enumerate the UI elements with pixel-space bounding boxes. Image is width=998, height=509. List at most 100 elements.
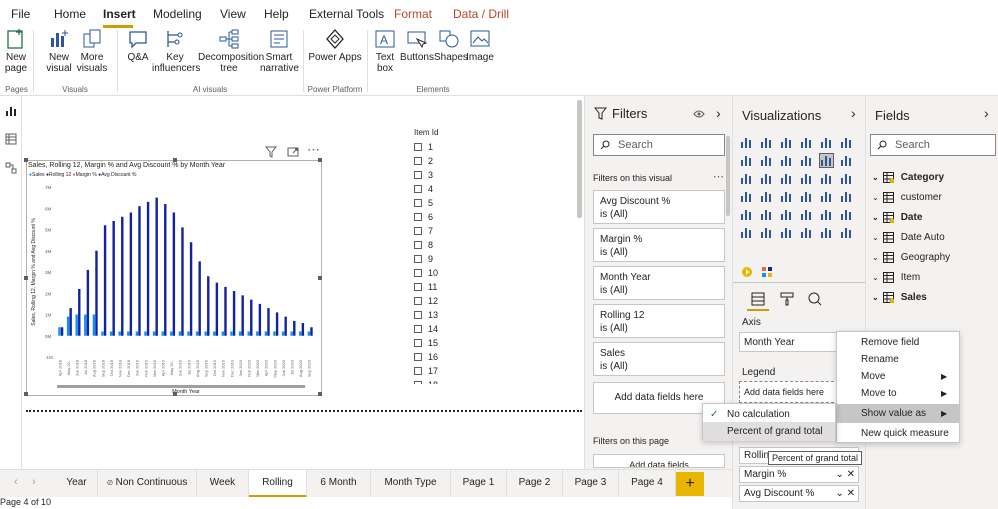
paginated-icon[interactable] xyxy=(820,226,833,239)
chevron-down-icon[interactable]: ⌄ ✕ xyxy=(835,469,855,480)
tab-non-continuous[interactable]: ⊘ Non Continuous xyxy=(98,470,197,498)
checkbox[interactable] xyxy=(414,227,422,235)
slicer-item[interactable]: 2 xyxy=(414,154,474,168)
slicer-item[interactable]: 16 xyxy=(414,350,474,364)
menu-percent-of-grand-total[interactable]: Percent of grand total xyxy=(703,422,835,441)
checkbox[interactable] xyxy=(414,367,422,375)
filters-search-input[interactable]: Search xyxy=(593,134,725,156)
chevron-down-icon[interactable]: ⌄ xyxy=(872,253,879,262)
filled-map-icon[interactable] xyxy=(760,190,773,203)
buttons-button[interactable]: Buttons xyxy=(400,28,434,63)
new-page-button[interactable]: New page xyxy=(2,28,30,74)
axis-field-month-year[interactable]: Month Year xyxy=(739,332,839,352)
values-field-avg-discount[interactable]: Avg Discount % ⌄ ✕ xyxy=(739,485,859,502)
custom-visual-icon[interactable] xyxy=(761,266,773,278)
menu-modeling[interactable]: Modeling xyxy=(153,7,202,21)
filter-card-sales[interactable]: Sales is (All) xyxy=(593,342,725,376)
checkbox[interactable] xyxy=(414,157,422,165)
tab-6-month[interactable]: 6 Month xyxy=(307,470,371,498)
slicer-item[interactable]: 4 xyxy=(414,182,474,196)
resize-handle[interactable] xyxy=(24,276,28,280)
checkbox[interactable] xyxy=(414,297,422,305)
key-influencers-icon[interactable] xyxy=(740,226,753,239)
tab-page-3[interactable]: Page 3 xyxy=(563,470,619,498)
shape-map-icon[interactable] xyxy=(780,190,793,203)
data-view-icon[interactable] xyxy=(5,133,17,145)
add-data-fields-drop-page[interactable]: Add data fields xyxy=(593,454,725,468)
eye-icon[interactable] xyxy=(693,109,705,119)
chevron-down-icon[interactable]: ⌄ ✕ xyxy=(835,488,855,499)
analytics-magnifier-icon[interactable] xyxy=(808,292,822,306)
add-page-button[interactable]: + xyxy=(676,472,704,496)
r-visual-icon[interactable] xyxy=(820,208,833,221)
stacked-column-icon[interactable] xyxy=(760,136,773,149)
table-icon[interactable] xyxy=(780,208,793,221)
tab-week[interactable]: Week xyxy=(197,470,249,498)
resize-handle[interactable] xyxy=(173,158,177,162)
field-table-date-auto[interactable]: ⌄ Date Auto xyxy=(872,228,945,246)
tab-page-4[interactable]: Page 4 xyxy=(619,470,676,498)
slicer-item[interactable]: 12 xyxy=(414,294,474,308)
checkbox[interactable] xyxy=(414,381,422,384)
collapse-filters-icon[interactable]: › xyxy=(716,105,721,121)
tab-month-type[interactable]: Month Type xyxy=(371,470,451,498)
slicer-item[interactable]: 3 xyxy=(414,168,474,182)
new-visual-button[interactable]: New visual xyxy=(43,28,75,74)
more-options-icon[interactable]: ⋯ xyxy=(307,142,320,158)
scroll-right-icon[interactable]: › xyxy=(32,476,36,488)
field-table-sales[interactable]: ⌄ Sales xyxy=(872,288,927,306)
power-apps-button[interactable]: Power Apps xyxy=(308,28,362,63)
tab-page-2[interactable]: Page 2 xyxy=(507,470,563,498)
slicer-item[interactable]: 11 xyxy=(414,280,474,294)
ribbon-icon[interactable] xyxy=(840,154,853,167)
chevron-down-icon[interactable]: ⌄ xyxy=(872,273,879,282)
more-options-icon[interactable]: ⋯ xyxy=(713,170,724,183)
more-visuals-button[interactable]: More visuals xyxy=(74,28,110,74)
slicer-item[interactable]: 7 xyxy=(414,224,474,238)
resize-handle[interactable] xyxy=(24,158,28,162)
menu-insert[interactable]: Insert xyxy=(103,7,136,21)
text-box-button[interactable]: A Text box xyxy=(372,28,398,74)
chevron-down-icon[interactable]: ⌄ xyxy=(872,193,879,202)
100-stacked-bar-icon[interactable] xyxy=(820,136,833,149)
menu-show-value-as[interactable]: Show value as ▶ xyxy=(837,404,959,423)
field-table-category[interactable]: ⌄ Category xyxy=(872,168,944,186)
donut-icon[interactable] xyxy=(820,172,833,185)
decomposition-tree-button[interactable]: Decomposition tree xyxy=(198,28,264,74)
treemap-icon[interactable] xyxy=(840,172,853,185)
filters-scrollbar[interactable] xyxy=(726,136,730,216)
multi-row-card-icon[interactable] xyxy=(840,190,853,203)
slicer-item[interactable]: 14 xyxy=(414,322,474,336)
slicer-item[interactable]: 5 xyxy=(414,196,474,210)
clustered-column-icon[interactable] xyxy=(800,136,813,149)
checkbox[interactable] xyxy=(414,199,422,207)
qa-button[interactable]: Q&A xyxy=(124,28,152,63)
checkbox[interactable] xyxy=(414,171,422,179)
checkbox[interactable] xyxy=(414,353,422,361)
slicer-item[interactable]: 18 xyxy=(414,378,474,384)
line-icon[interactable] xyxy=(740,154,753,167)
field-table-customer[interactable]: ⌄ customer xyxy=(872,188,942,206)
field-table-date[interactable]: ⌄ Date xyxy=(872,208,922,226)
slicer-icon[interactable] xyxy=(760,208,773,221)
menu-new-quick-measure[interactable]: New quick measure xyxy=(837,424,959,443)
line-clustered-column-icon[interactable] xyxy=(819,153,834,168)
slicer-item[interactable]: 15 xyxy=(414,336,474,350)
slicer-item[interactable]: 17 xyxy=(414,364,474,378)
resize-handle[interactable] xyxy=(318,392,322,396)
scroll-left-icon[interactable]: ‹ xyxy=(14,476,18,488)
resize-handle[interactable] xyxy=(173,392,177,396)
image-button[interactable]: Image xyxy=(464,28,496,63)
gauge-icon[interactable] xyxy=(800,190,813,203)
resize-handle[interactable] xyxy=(318,276,322,280)
resize-handle[interactable] xyxy=(318,158,322,162)
filter-card-rolling[interactable]: Rolling 12 is (All) xyxy=(593,304,725,338)
smart-narrative-button[interactable]: Smart narrative xyxy=(260,28,299,74)
checkbox[interactable] xyxy=(414,213,422,221)
checkbox[interactable] xyxy=(414,325,422,333)
chevron-down-icon[interactable]: ⌄ xyxy=(872,233,879,242)
python-play-icon[interactable] xyxy=(741,266,753,278)
python-visual-icon[interactable] xyxy=(840,208,853,221)
slicer-item[interactable]: 13 xyxy=(414,308,474,322)
funnel-icon[interactable] xyxy=(760,172,773,185)
